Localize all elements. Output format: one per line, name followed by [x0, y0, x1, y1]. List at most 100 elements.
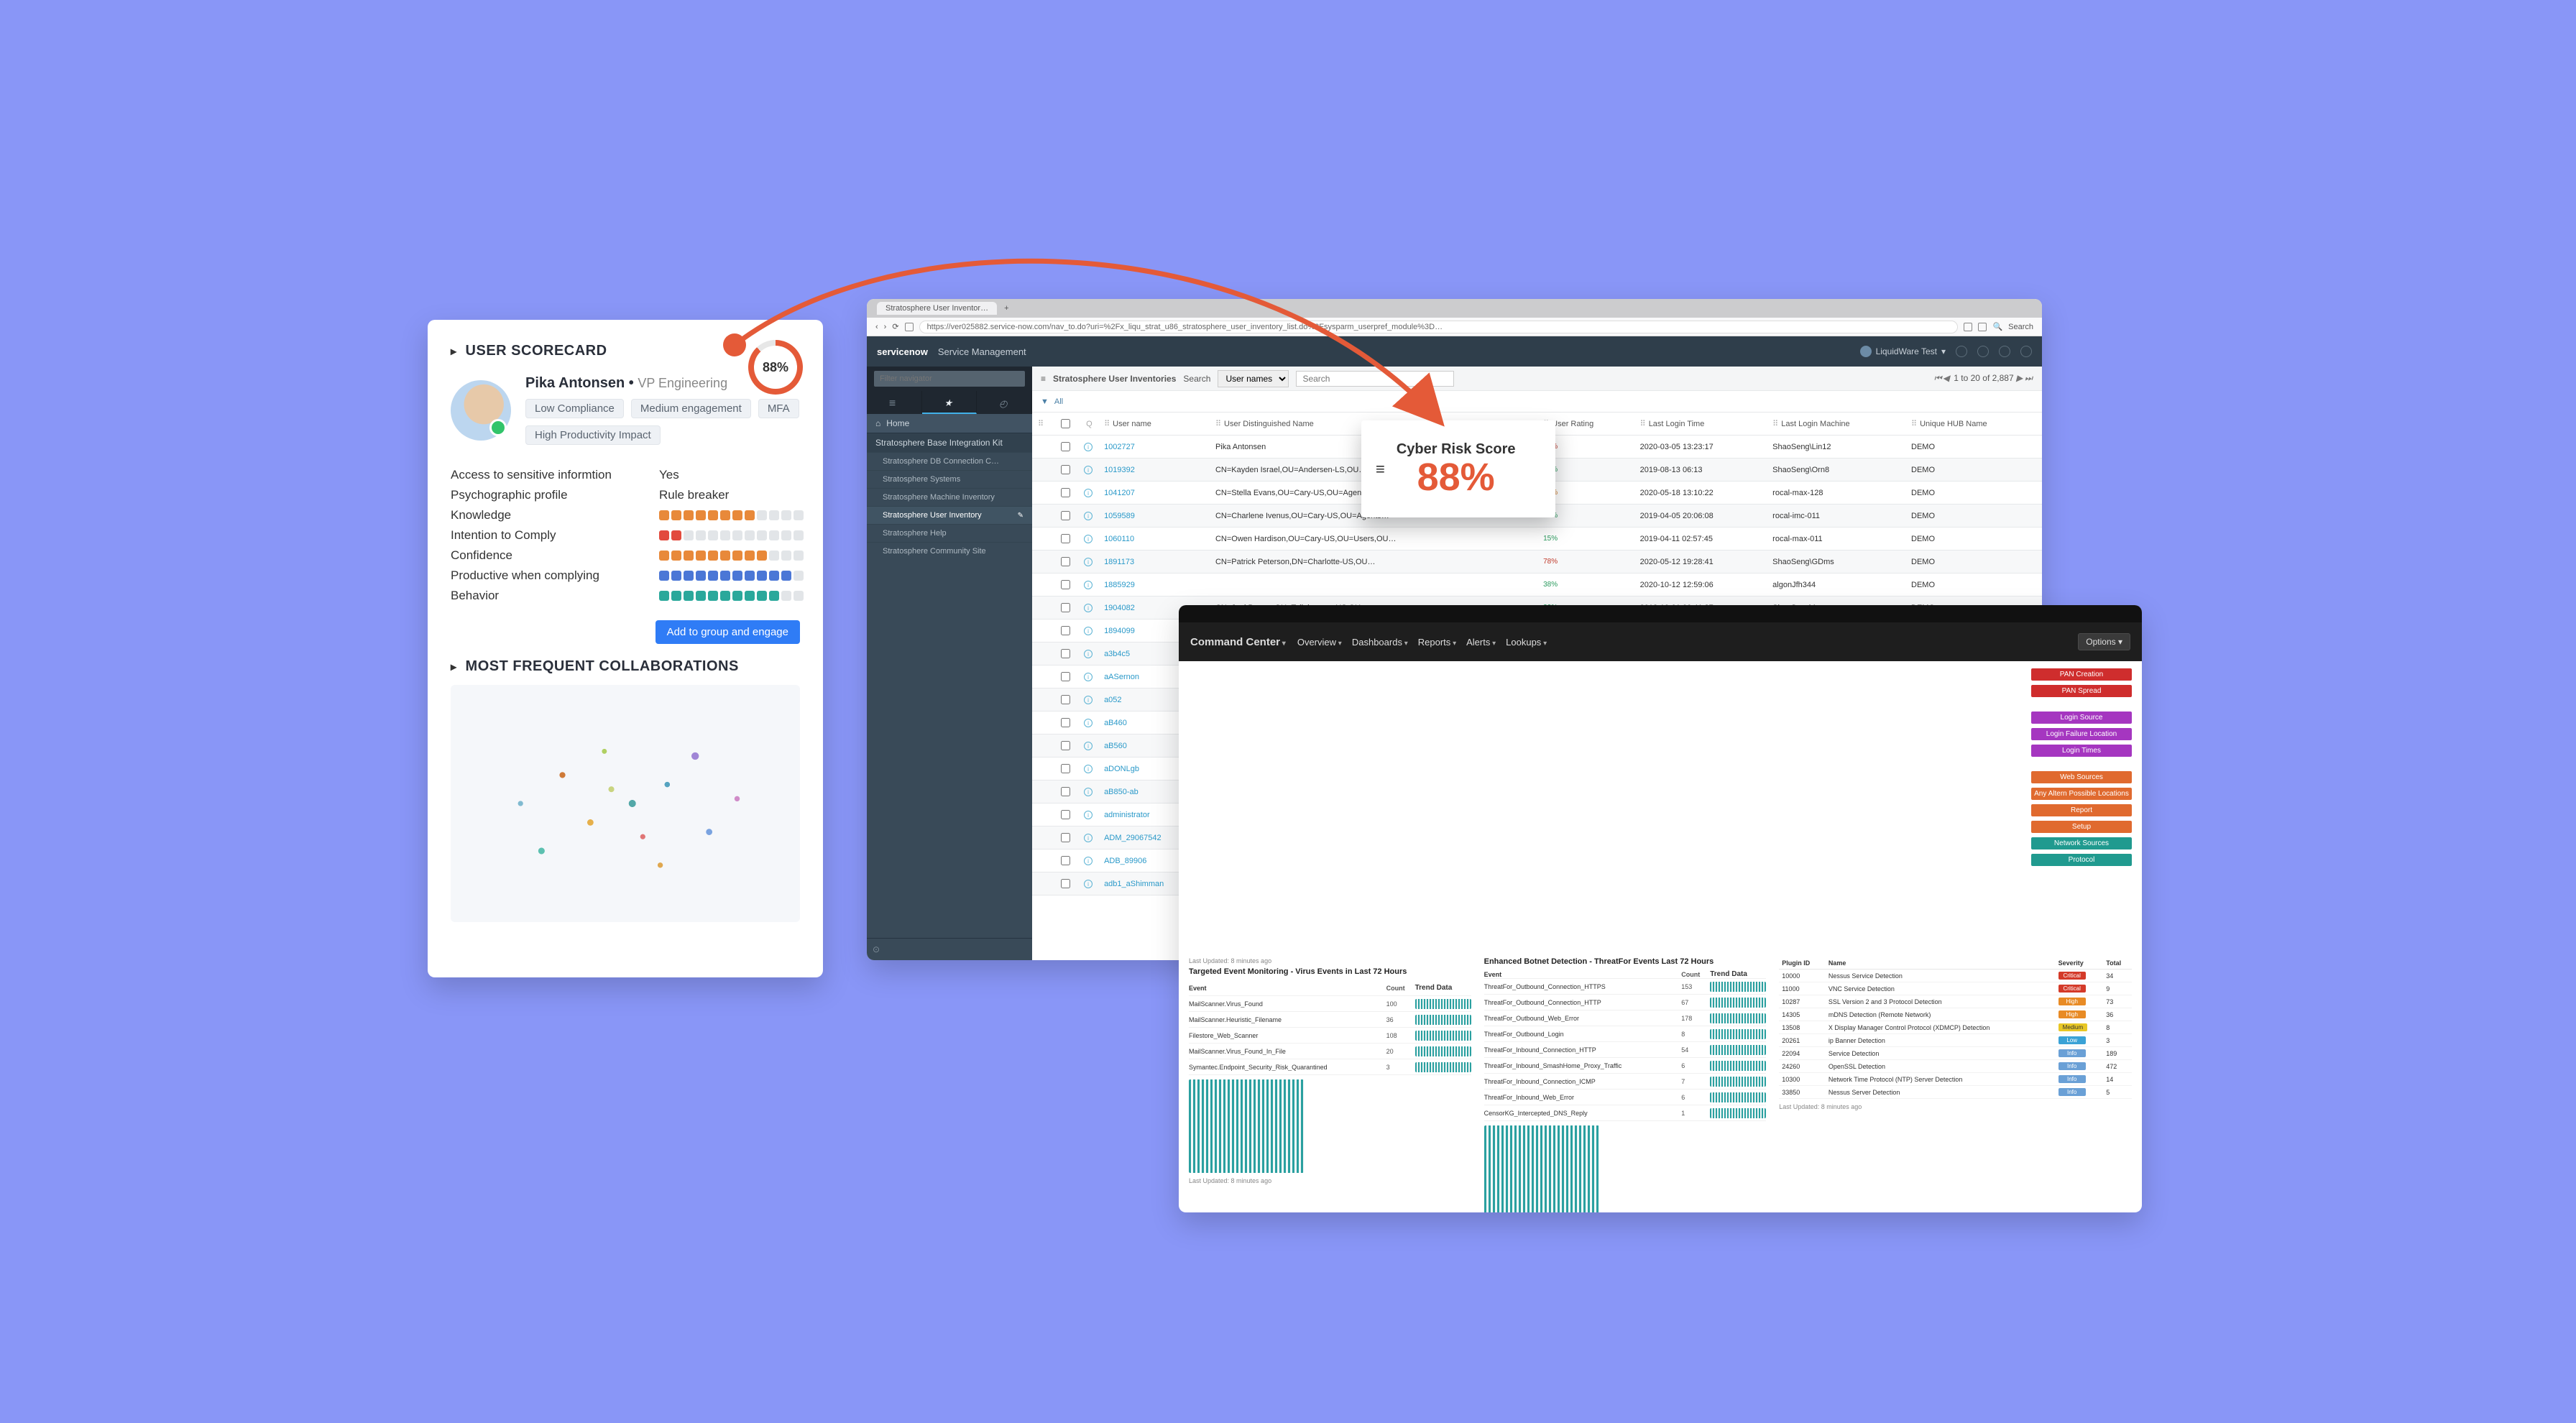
nav-item[interactable]: Alerts: [1466, 637, 1496, 648]
info-icon[interactable]: [1084, 489, 1092, 497]
quicklink-pill[interactable]: Network Sources: [2031, 837, 2132, 849]
info-icon[interactable]: [1084, 673, 1092, 681]
quicklink-pill[interactable]: Protocol: [2031, 854, 2132, 866]
quicklink-pill[interactable]: PAN Creation: [2031, 668, 2132, 681]
event-row[interactable]: CensorKG_Intercepted_DNS_Reply1: [1484, 1105, 1767, 1121]
info-icon[interactable]: [1084, 558, 1092, 566]
info-icon[interactable]: [1084, 696, 1092, 704]
options-button[interactable]: Options ▾: [2078, 633, 2130, 650]
sidebar-item[interactable]: Stratosphere Community Site: [867, 542, 1032, 560]
info-icon[interactable]: [1084, 834, 1092, 842]
nav-collapse-icon[interactable]: ⊙: [867, 938, 1032, 960]
extension-icon[interactable]: [1964, 323, 1972, 331]
add-to-group-button[interactable]: Add to group and engage: [656, 620, 800, 644]
info-icon[interactable]: [1084, 650, 1092, 658]
quicklink-pill[interactable]: Login Source: [2031, 712, 2132, 724]
row-checkbox[interactable]: [1061, 626, 1070, 635]
row-checkbox[interactable]: [1061, 810, 1070, 819]
nav-tab-all[interactable]: [867, 391, 922, 414]
row-checkbox[interactable]: [1061, 465, 1070, 474]
navigator-filter-input[interactable]: [874, 371, 1025, 387]
nav-home[interactable]: Home: [867, 414, 1032, 433]
info-icon[interactable]: [1084, 788, 1092, 796]
browser-search[interactable]: Search: [2008, 323, 2033, 331]
info-icon[interactable]: [1084, 765, 1092, 773]
column-header[interactable]: Q: [1078, 413, 1098, 436]
column-header[interactable]: Last Login Machine: [1767, 413, 1905, 436]
help-icon[interactable]: [1999, 346, 2010, 357]
row-checkbox[interactable]: [1061, 557, 1070, 566]
row-checkbox[interactable]: [1061, 833, 1070, 842]
user-name-cell[interactable]: 1002727: [1098, 436, 1210, 459]
column-header[interactable]: [1052, 413, 1078, 436]
table-row[interactable]: 1060110CN=Owen Hardison,OU=Cary-US,OU=Us…: [1032, 528, 2042, 551]
event-row[interactable]: ThreatFor_Outbound_Connection_HTTP67: [1484, 995, 1767, 1010]
info-icon[interactable]: [1084, 742, 1092, 750]
event-row[interactable]: ThreatFor_Inbound_Connection_ICMP7: [1484, 1074, 1767, 1090]
column-header[interactable]: Severity: [2056, 957, 2104, 970]
extension-icon[interactable]: [1978, 323, 1987, 331]
event-row[interactable]: ThreatFor_Inbound_Web_Error6: [1484, 1090, 1767, 1105]
event-row[interactable]: MailScanner.Heuristic_Filename36: [1189, 1012, 1471, 1028]
nav-tab-favorites[interactable]: [922, 391, 978, 414]
info-icon[interactable]: [1084, 627, 1092, 635]
table-row[interactable]: 10287SSL Version 2 and 3 Protocol Detect…: [1779, 995, 2132, 1008]
table-row[interactable]: 24260OpenSSL DetectionInfo472: [1779, 1060, 2132, 1073]
event-row[interactable]: ThreatFor_Inbound_SmashHome_Proxy_Traffi…: [1484, 1058, 1767, 1074]
event-row[interactable]: ThreatFor_Outbound_Login8: [1484, 1026, 1767, 1042]
event-row[interactable]: MailScanner.Virus_Found_In_File20: [1189, 1044, 1471, 1059]
logged-user[interactable]: LiquidWare Test ▾: [1860, 346, 1946, 357]
info-icon[interactable]: [1084, 466, 1092, 474]
row-checkbox[interactable]: [1061, 442, 1070, 451]
event-row[interactable]: MailScanner.Virus_Found100: [1189, 996, 1471, 1012]
table-row[interactable]: 13508X Display Manager Control Protocol …: [1779, 1021, 2132, 1034]
row-checkbox[interactable]: [1061, 695, 1070, 704]
row-checkbox[interactable]: [1061, 787, 1070, 796]
quicklink-pill[interactable]: Web Sources: [2031, 771, 2132, 783]
table-row[interactable]: 11000VNC Service DetectionCritical9: [1779, 982, 2132, 995]
info-icon[interactable]: [1084, 512, 1092, 520]
quicklink-pill[interactable]: Setup: [2031, 821, 2132, 833]
info-icon[interactable]: [1084, 719, 1092, 727]
chat-icon[interactable]: [1977, 346, 1989, 357]
sidebar-item[interactable]: Stratosphere Systems: [867, 470, 1032, 488]
quicklink-pill[interactable]: Report: [2031, 804, 2132, 816]
row-checkbox[interactable]: [1061, 879, 1070, 888]
list-search-input[interactable]: [1296, 371, 1454, 387]
column-header[interactable]: Plugin ID: [1779, 957, 1826, 970]
column-header[interactable]: Name: [1826, 957, 2056, 970]
sidebar-item[interactable]: Stratosphere User Inventory: [867, 506, 1032, 524]
info-icon[interactable]: [1084, 604, 1092, 612]
sidebar-item[interactable]: Stratosphere DB Connection C…: [867, 452, 1032, 470]
nav-fwd-icon[interactable]: ›: [884, 323, 887, 331]
url-field[interactable]: https://ver025882.service-now.com/nav_to…: [919, 321, 1959, 333]
info-icon[interactable]: [1084, 857, 1092, 865]
user-name-cell[interactable]: 1059589: [1098, 505, 1210, 528]
table-row[interactable]: 188592938%2020-10-12 12:59:06algonJfh344…: [1032, 574, 2042, 597]
row-checkbox[interactable]: [1061, 856, 1070, 865]
sidebar-item[interactable]: Stratosphere Machine Inventory: [867, 488, 1032, 506]
nav-tab-history[interactable]: [977, 391, 1032, 414]
column-header[interactable]: Total: [2103, 957, 2132, 970]
user-name-cell[interactable]: 1891173: [1098, 551, 1210, 574]
row-checkbox[interactable]: [1061, 718, 1070, 727]
row-checkbox[interactable]: [1061, 672, 1070, 681]
event-row[interactable]: ThreatFor_Outbound_Connection_HTTPS153: [1484, 979, 1767, 995]
info-icon[interactable]: [1084, 535, 1092, 543]
table-row[interactable]: 14305mDNS Detection (Remote Network)High…: [1779, 1008, 2132, 1021]
table-row[interactable]: 20261ip Banner DetectionLow3: [1779, 1034, 2132, 1047]
user-name-cell[interactable]: 1060110: [1098, 528, 1210, 551]
table-row[interactable]: 22094Service DetectionInfo189: [1779, 1047, 2132, 1060]
nav-item[interactable]: Dashboards: [1352, 637, 1408, 648]
info-icon[interactable]: [1084, 811, 1092, 819]
quicklink-pill[interactable]: Any Altern Possible Locations: [2031, 788, 2132, 800]
column-header[interactable]: User name: [1098, 413, 1210, 436]
nav-item[interactable]: Overview: [1297, 637, 1342, 648]
quicklink-pill[interactable]: Login Times: [2031, 745, 2132, 757]
nav-back-icon[interactable]: ‹: [875, 323, 878, 331]
gear-icon[interactable]: [2020, 346, 2032, 357]
row-checkbox[interactable]: [1061, 741, 1070, 750]
row-checkbox[interactable]: [1061, 764, 1070, 773]
row-checkbox[interactable]: [1061, 534, 1070, 543]
browser-tab[interactable]: Stratosphere User Inventor…: [877, 302, 997, 315]
